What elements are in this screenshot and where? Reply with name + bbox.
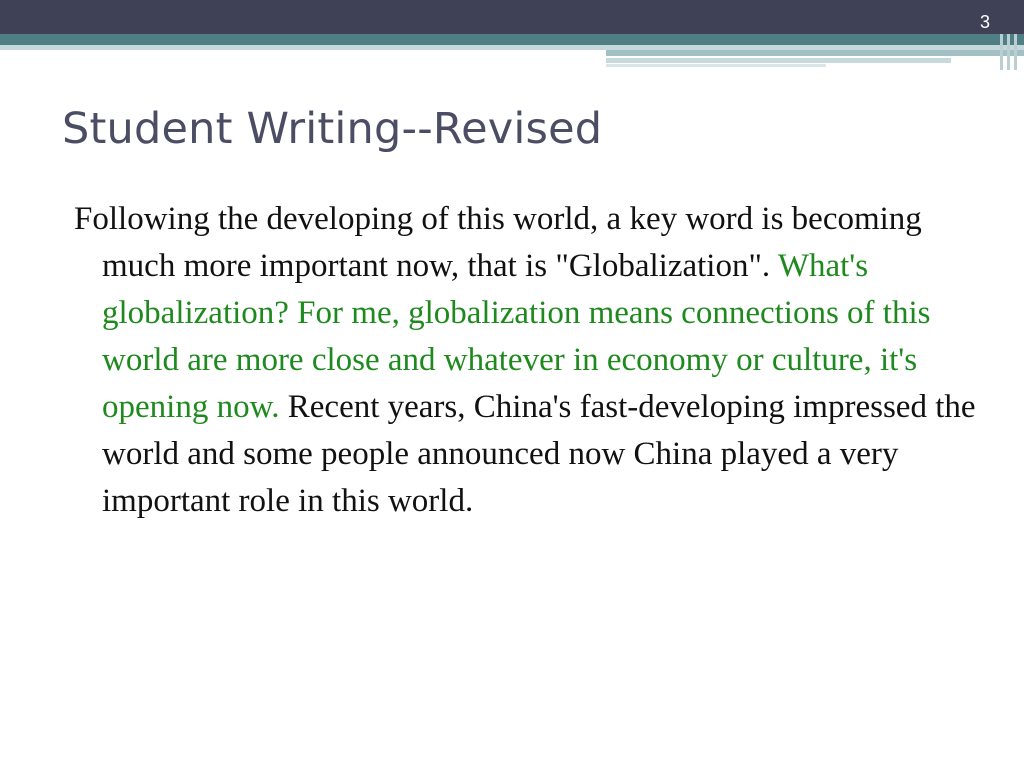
header-accent-line xyxy=(606,64,826,67)
header-band-teal xyxy=(0,34,1024,45)
header-accent-line xyxy=(606,50,1024,56)
header-accent-line xyxy=(606,58,951,63)
slide-title: Student Writing--Revised xyxy=(62,104,603,154)
header-band-dark xyxy=(0,0,1024,34)
header-vertical-lines xyxy=(996,34,1024,70)
body-paragraph: Following the developing of this world, … xyxy=(74,196,1002,525)
slide-number: 3 xyxy=(979,12,990,32)
slide: 3 Student Writing--Revised Following the… xyxy=(0,0,1024,768)
